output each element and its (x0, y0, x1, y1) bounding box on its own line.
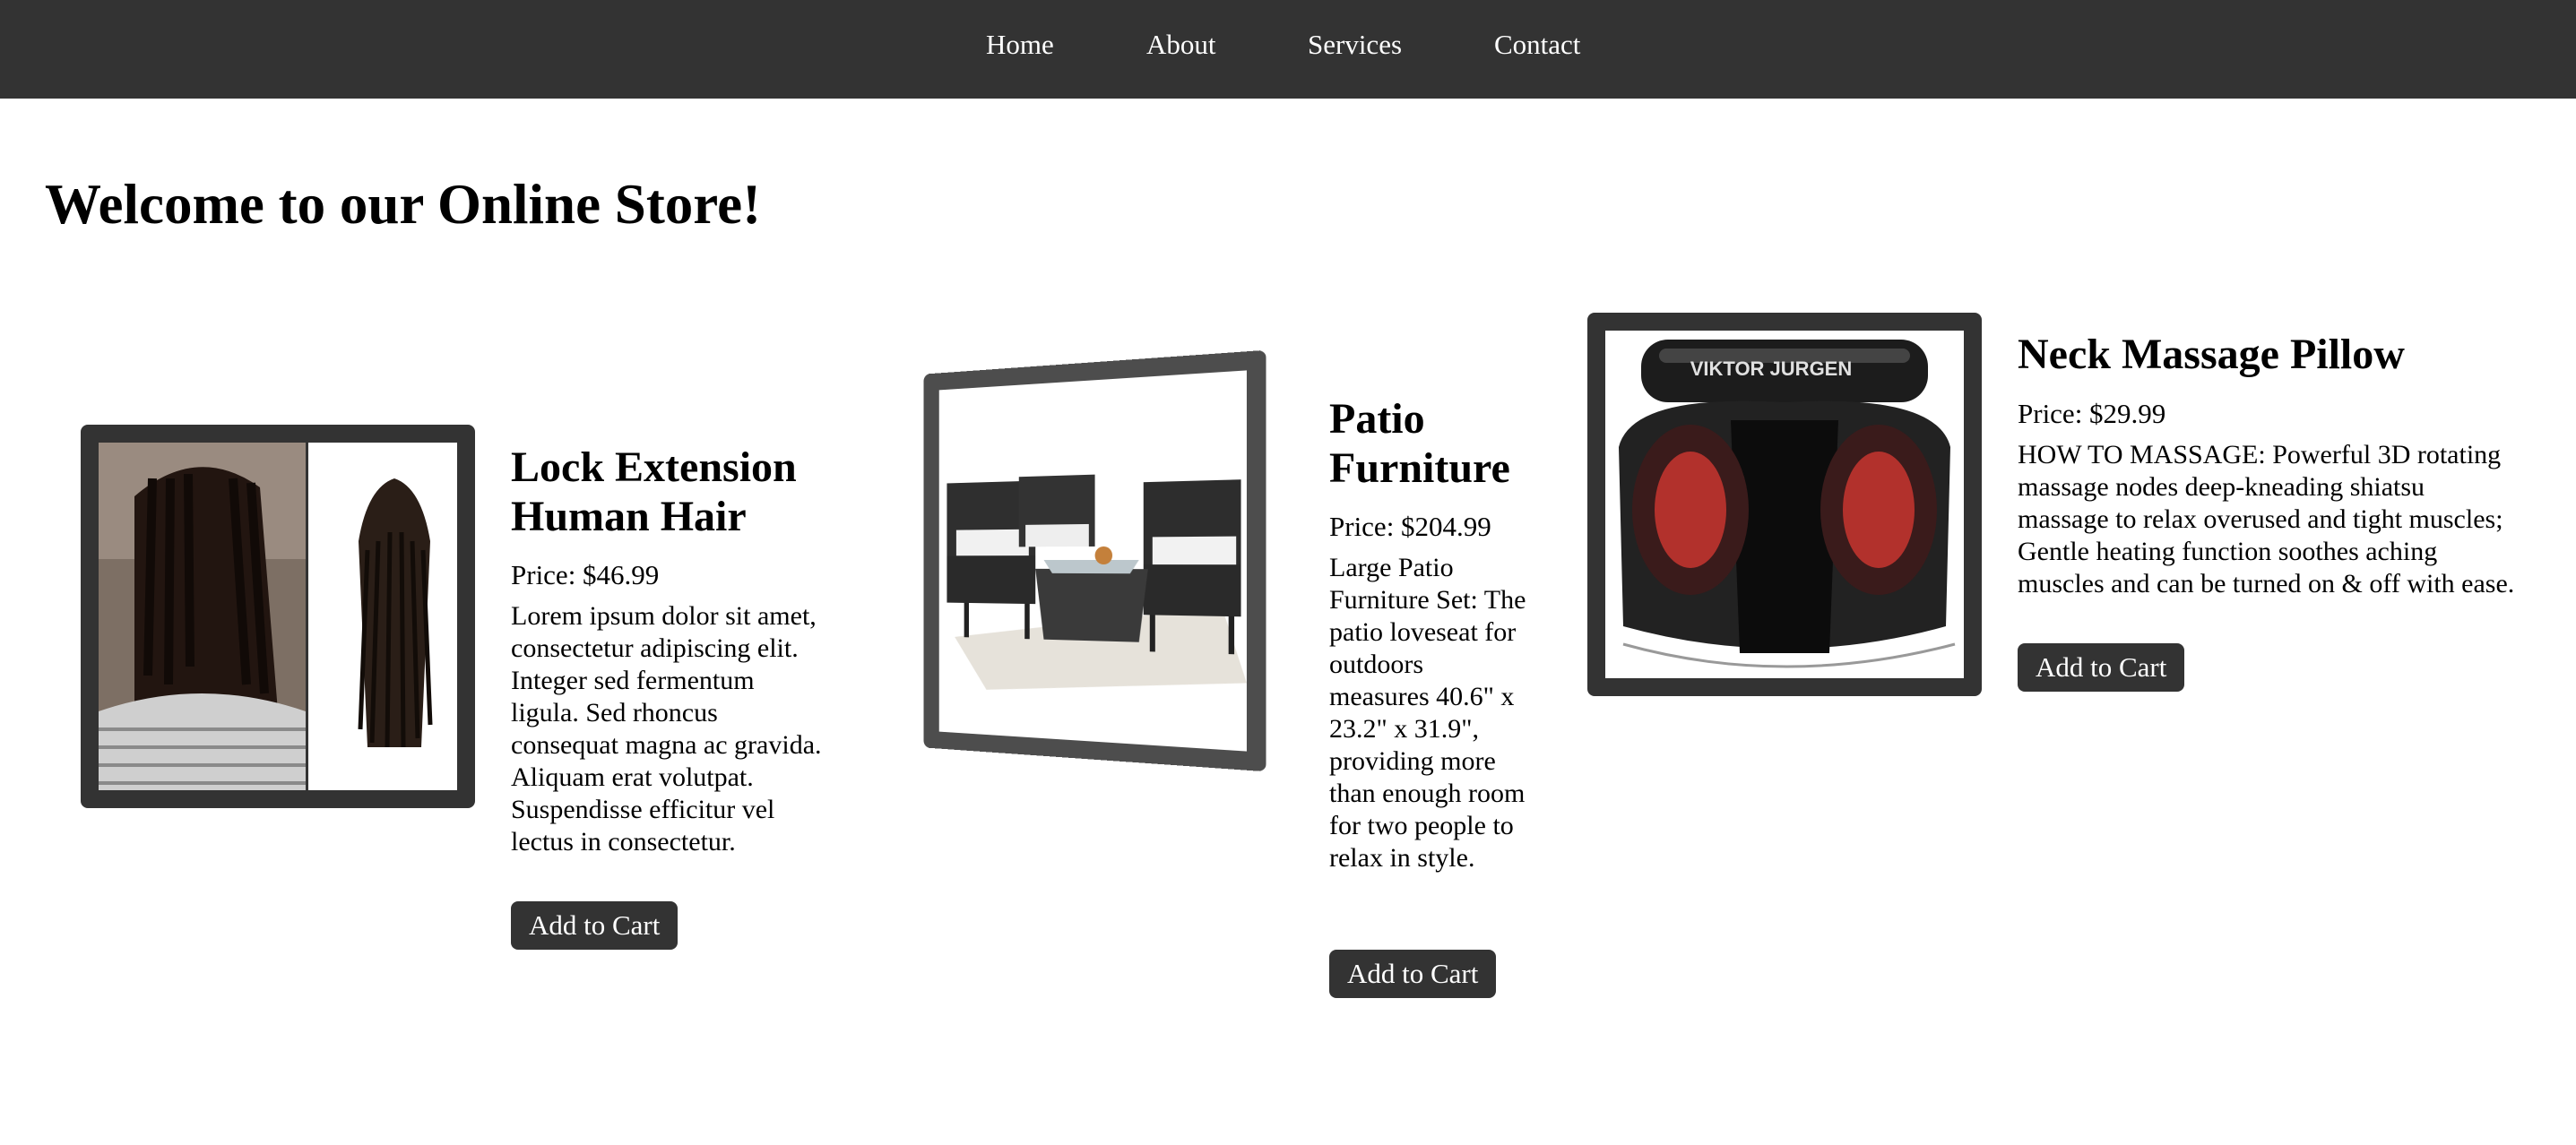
product-description: Lorem ipsum dolor sit amet, consectetur … (511, 601, 822, 857)
top-nav-bar: Home About Services Contact (0, 0, 2576, 99)
product-price: Price: $204.99 (1329, 511, 1491, 542)
add-to-cart-button[interactable]: Add to Cart (2018, 643, 2185, 692)
product-description: Large Patio Furniture Set: The patio lov… (1329, 553, 1526, 873)
product-description: HOW TO MASSAGE: Powerful 3D rotating mas… (2018, 440, 2515, 598)
product-title: Patio Furniture (1329, 395, 1510, 492)
product-title: Neck Massage Pillow (2018, 331, 2405, 378)
page-title: Welcome to our Online Store! (45, 173, 762, 236)
product-title: Lock Extension Human Hair (511, 443, 797, 540)
product-image-patio (923, 349, 1266, 772)
product-image-hair (81, 425, 475, 808)
nav-home-link[interactable]: Home (986, 27, 1054, 63)
product-image-massage-pillow: VIKTOR JURGEN (1587, 313, 1982, 696)
product-price: Price: $46.99 (511, 559, 660, 590)
add-to-cart-button[interactable]: Add to Cart (1329, 950, 1497, 998)
add-to-cart-button[interactable]: Add to Cart (511, 901, 679, 950)
nav-about-link[interactable]: About (1146, 27, 1216, 63)
nav-contact-link[interactable]: Contact (1494, 27, 1580, 63)
pillow-brand-text: VIKTOR JURGEN (1690, 357, 1853, 380)
nav-services-link[interactable]: Services (1308, 27, 1402, 63)
product-price: Price: $29.99 (2018, 398, 2166, 429)
